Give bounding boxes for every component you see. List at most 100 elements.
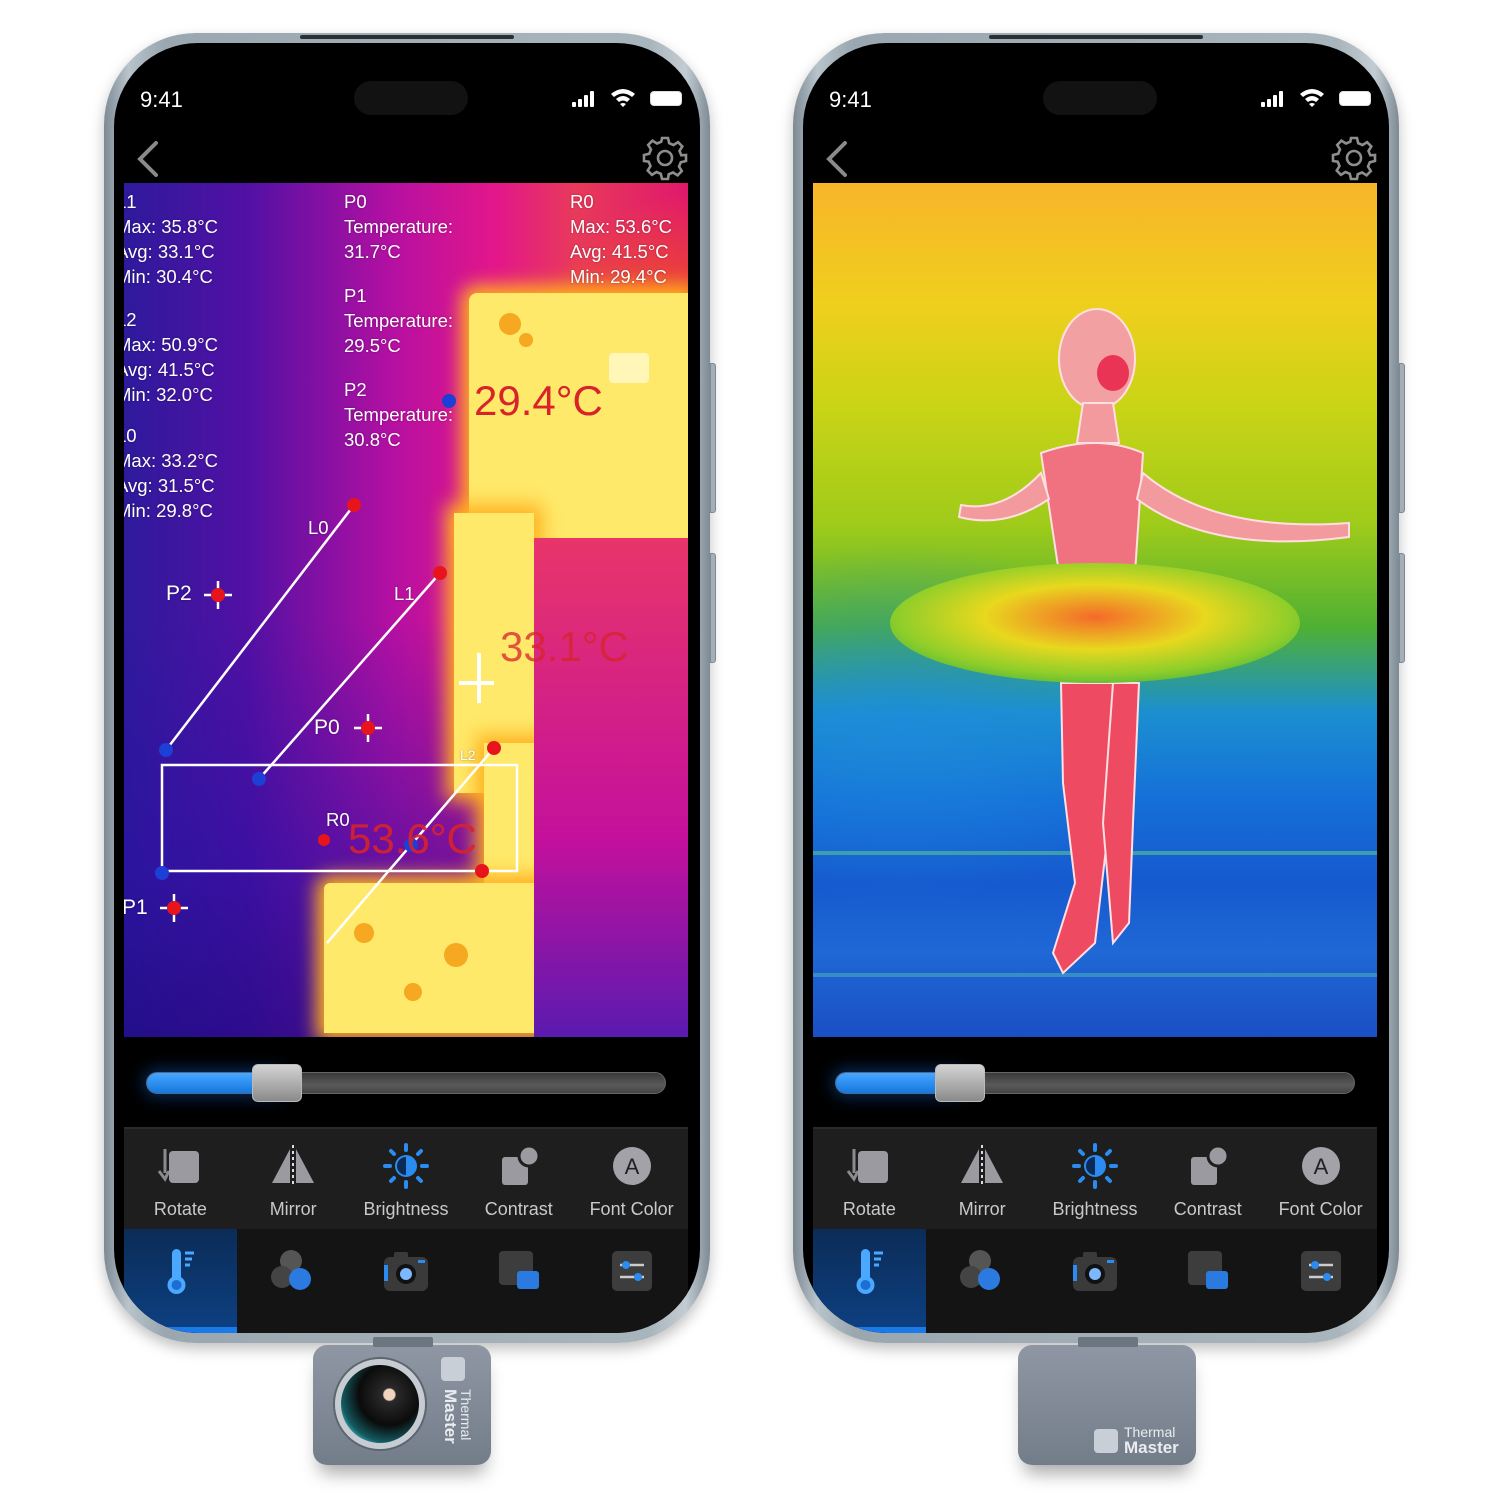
thermometer-icon — [856, 1249, 884, 1294]
brightness-icon — [1071, 1143, 1118, 1189]
bodice — [1039, 442, 1145, 584]
l1-end-marker — [433, 566, 447, 580]
nav-palette[interactable] — [237, 1229, 350, 1333]
sliders-icon — [1300, 1251, 1341, 1291]
tool-mirror[interactable]: Mirror — [237, 1129, 350, 1229]
nav-picture-in-picture[interactable] — [462, 1229, 575, 1333]
min-temp-readout: 29.4°C — [474, 377, 603, 424]
tool-contrast[interactable]: Contrast — [462, 1129, 575, 1229]
l0-end-marker — [347, 498, 361, 512]
settings-gear-icon[interactable] — [642, 135, 688, 181]
settings-gear-icon[interactable] — [1331, 135, 1377, 181]
nav-measure[interactable] — [813, 1229, 926, 1333]
brightness-icon — [382, 1143, 429, 1189]
back-button[interactable] — [821, 139, 855, 179]
font-color-icon: A — [612, 1147, 651, 1185]
max-temp-readout: 53.6°C — [348, 815, 477, 862]
picture-in-picture-icon — [1187, 1251, 1228, 1289]
brightness-slider[interactable] — [835, 1064, 1355, 1102]
tool-font-color[interactable]: A Font Color — [575, 1129, 688, 1229]
l0-start-marker — [159, 743, 173, 757]
adjust-toolbar: Rotate Mirror Brightness Contrast A Font… — [124, 1127, 688, 1229]
right-screen: 9:41 Rotate Mirror Brightness Contrast A… — [803, 43, 1389, 1333]
side-button — [1399, 553, 1405, 663]
tool-contrast[interactable]: Contrast — [1151, 1129, 1264, 1229]
r0-max-marker — [475, 864, 489, 878]
tool-rotate[interactable]: Rotate — [813, 1129, 926, 1229]
thermal-view[interactable] — [813, 183, 1377, 1037]
contrast-icon — [501, 1144, 541, 1185]
bottom-nav — [813, 1229, 1377, 1333]
back-button[interactable] — [132, 139, 166, 179]
brightness-slider-area — [124, 1037, 688, 1127]
thermal-camera-front: Thermal Master — [313, 1337, 491, 1465]
l2-end-marker — [487, 741, 501, 755]
bottom-nav — [124, 1229, 688, 1333]
color-palette-icon — [960, 1250, 1001, 1290]
volume-button — [710, 363, 716, 513]
sliders-icon — [611, 1251, 652, 1291]
l1-start-marker — [252, 772, 266, 786]
status-bar: 9:41 — [803, 81, 1389, 115]
r0-min-marker — [155, 866, 169, 880]
svg-text:A: A — [624, 1154, 639, 1179]
right-arm — [1135, 471, 1350, 543]
mirror-icon — [272, 1145, 315, 1187]
tool-brightness[interactable]: Brightness — [1039, 1129, 1152, 1229]
nav-capture[interactable] — [350, 1229, 463, 1333]
brand-text: Thermal Master — [1124, 1424, 1179, 1457]
nav-capture[interactable] — [1039, 1229, 1152, 1333]
contrast-icon — [1190, 1144, 1230, 1185]
thermometer-icon — [167, 1249, 195, 1294]
label-p2: P2 — [166, 582, 192, 605]
right-phone: 9:41 Rotate Mirror Brightness Contrast A… — [793, 33, 1405, 1343]
camera-icon — [1072, 1252, 1117, 1291]
mirror-icon — [961, 1145, 1004, 1187]
volume-button — [1399, 363, 1405, 513]
wifi-icon — [1300, 89, 1324, 107]
min-temp-marker — [442, 394, 456, 408]
font-color-icon: A — [1301, 1147, 1340, 1185]
label-l0: L0 — [308, 517, 329, 538]
label-r0: R0 — [326, 809, 350, 830]
tool-rotate[interactable]: Rotate — [124, 1129, 237, 1229]
status-time: 9:41 — [140, 87, 183, 112]
top-nav — [803, 129, 1389, 189]
label-p0: P0 — [314, 716, 340, 739]
measurement-overlay — [155, 394, 519, 944]
center-temp-readout: 33.1°C — [500, 623, 629, 670]
nav-picture-in-picture[interactable] — [1151, 1229, 1264, 1333]
p2-marker — [204, 581, 232, 609]
nav-measure[interactable] — [124, 1229, 237, 1333]
ballerina-silhouette — [890, 308, 1350, 975]
top-nav — [114, 129, 700, 189]
slider-thumb[interactable] — [935, 1064, 986, 1102]
signal-icon — [572, 91, 594, 107]
tool-mirror[interactable]: Mirror — [926, 1129, 1039, 1229]
line-l0 — [165, 504, 355, 751]
label-l1: L1 — [394, 583, 415, 604]
label-l2: L2 — [460, 747, 476, 763]
side-button — [710, 553, 716, 663]
slider-thumb[interactable] — [251, 1064, 302, 1102]
brightness-slider[interactable] — [146, 1064, 666, 1102]
nav-adjust[interactable] — [1264, 1229, 1377, 1333]
brand-logo-icon — [1094, 1429, 1118, 1453]
head — [1058, 308, 1136, 410]
rotate-icon — [158, 1149, 200, 1183]
dynamic-island — [1043, 81, 1157, 115]
signal-icon — [1261, 91, 1283, 107]
left-arm — [957, 471, 1051, 522]
camera-icon — [383, 1252, 428, 1291]
thermal-view[interactable]: L1 Max: 35.8°C Avg: 33.1°C Min: 30.4°C L… — [124, 183, 688, 1037]
tool-font-color[interactable]: A Font Color — [1264, 1129, 1377, 1229]
nav-adjust[interactable] — [575, 1229, 688, 1333]
camera-lens — [335, 1359, 425, 1449]
status-time: 9:41 — [829, 87, 872, 112]
brand-logo-icon — [441, 1357, 465, 1381]
nav-palette[interactable] — [926, 1229, 1039, 1333]
tool-brightness[interactable]: Brightness — [350, 1129, 463, 1229]
tutu — [890, 563, 1300, 683]
rotate-icon — [847, 1149, 889, 1183]
brand-text: Thermal Master — [441, 1389, 474, 1444]
